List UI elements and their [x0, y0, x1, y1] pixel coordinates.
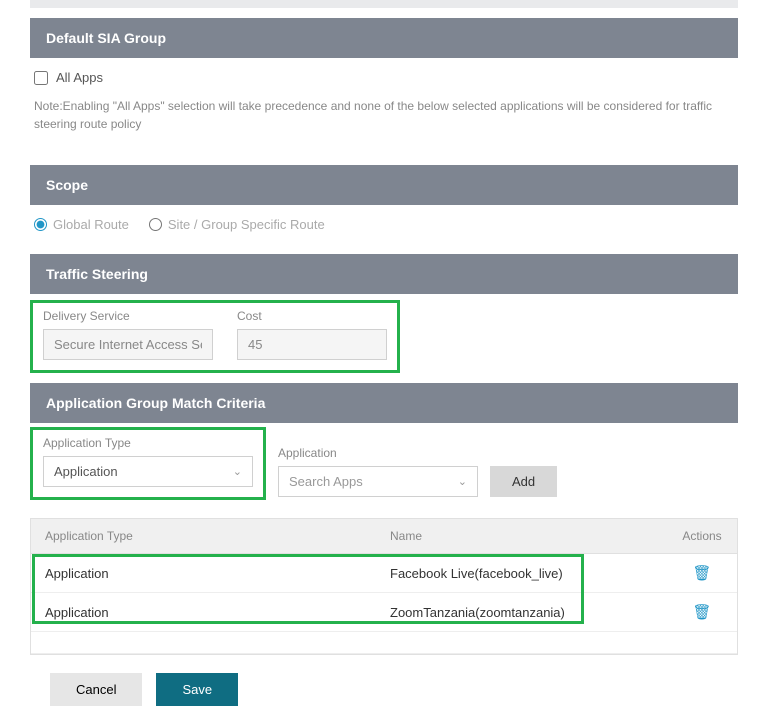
- table-row: Application Facebook Live(facebook_live)…: [31, 554, 737, 593]
- application-search-placeholder: Search Apps: [289, 474, 363, 489]
- default-sia-group-header: Default SIA Group: [30, 18, 738, 58]
- table-row: [31, 632, 737, 654]
- top-divider: [30, 0, 738, 8]
- cost-input[interactable]: [237, 329, 387, 360]
- app-type-highlight: Application Type Application ⌄: [30, 427, 266, 500]
- application-search-select[interactable]: Search Apps ⌄: [278, 466, 478, 497]
- all-apps-checkbox[interactable]: [34, 71, 48, 85]
- global-route-radio[interactable]: [34, 218, 47, 231]
- table-row: Application ZoomTanzania(zoomtanzania) 🗑: [31, 593, 737, 632]
- cell-app-type: Application: [31, 593, 376, 632]
- site-group-route-label: Site / Group Specific Route: [168, 217, 325, 232]
- col-actions: Actions: [667, 519, 737, 554]
- trash-icon[interactable]: 🗑: [692, 564, 711, 582]
- delivery-service-label: Delivery Service: [43, 309, 213, 323]
- application-label: Application: [278, 446, 478, 460]
- app-type-select[interactable]: Application ⌄: [43, 456, 253, 487]
- cell-name: ZoomTanzania(zoomtanzania): [376, 593, 667, 632]
- chevron-down-icon: ⌄: [458, 475, 467, 488]
- app-type-value: Application: [54, 464, 118, 479]
- global-route-label: Global Route: [53, 217, 129, 232]
- chevron-down-icon: ⌄: [233, 465, 242, 478]
- cost-label: Cost: [237, 309, 387, 323]
- app-type-label: Application Type: [43, 436, 253, 450]
- cell-app-type: Application: [31, 554, 376, 593]
- delivery-service-input[interactable]: [43, 329, 213, 360]
- col-app-type: Application Type: [31, 519, 376, 554]
- save-button[interactable]: Save: [156, 673, 238, 706]
- cell-name: Facebook Live(facebook_live): [376, 554, 667, 593]
- site-group-route-radio[interactable]: [149, 218, 162, 231]
- traffic-steering-highlight: Delivery Service Cost: [30, 300, 400, 373]
- add-button[interactable]: Add: [490, 466, 557, 497]
- scope-header: Scope: [30, 165, 738, 205]
- match-criteria-table: Application Type Name Actions Applicatio…: [31, 519, 737, 654]
- traffic-steering-header: Traffic Steering: [30, 254, 738, 294]
- col-name: Name: [376, 519, 667, 554]
- cancel-button[interactable]: Cancel: [50, 673, 142, 706]
- all-apps-label: All Apps: [56, 70, 103, 85]
- all-apps-note: Note:Enabling "All Apps" selection will …: [34, 97, 734, 133]
- match-criteria-header: Application Group Match Criteria: [30, 383, 738, 423]
- trash-icon[interactable]: 🗑: [692, 603, 711, 621]
